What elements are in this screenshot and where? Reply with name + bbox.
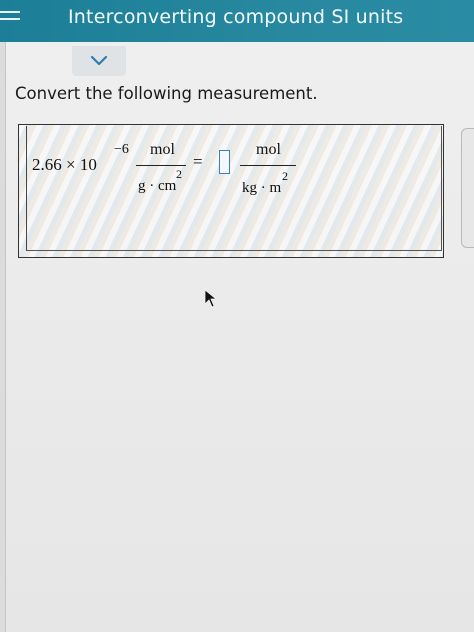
- chevron-down-icon: [90, 55, 108, 66]
- mouse-cursor-icon: [204, 289, 218, 308]
- given-unit-numerator: mol: [150, 141, 175, 158]
- given-unit-power: 2: [176, 167, 182, 181]
- problem-instruction: Convert the following measurement.: [15, 84, 318, 103]
- target-unit-power: 2: [282, 169, 288, 183]
- side-panel-tab[interactable]: [461, 128, 474, 248]
- target-fraction-bar: [240, 165, 296, 166]
- answer-area: [18, 124, 444, 258]
- collapse-toggle-button[interactable]: [72, 46, 126, 76]
- left-panel-edge: [0, 42, 6, 632]
- answer-input[interactable]: [219, 150, 230, 174]
- page-title: Interconverting compound SI units: [68, 6, 404, 28]
- coefficient: 2.66 × 10: [32, 155, 97, 174]
- given-fraction-bar: [136, 165, 186, 166]
- exponent: −6: [114, 142, 129, 157]
- hamburger-menu-icon[interactable]: [0, 6, 22, 30]
- target-unit-denominator: kg · m: [242, 180, 282, 196]
- app-header: Interconverting compound SI units: [0, 0, 474, 42]
- target-unit-numerator: mol: [256, 141, 281, 158]
- given-unit-denominator: g · cm: [138, 178, 177, 194]
- equals-sign: =: [193, 152, 203, 171]
